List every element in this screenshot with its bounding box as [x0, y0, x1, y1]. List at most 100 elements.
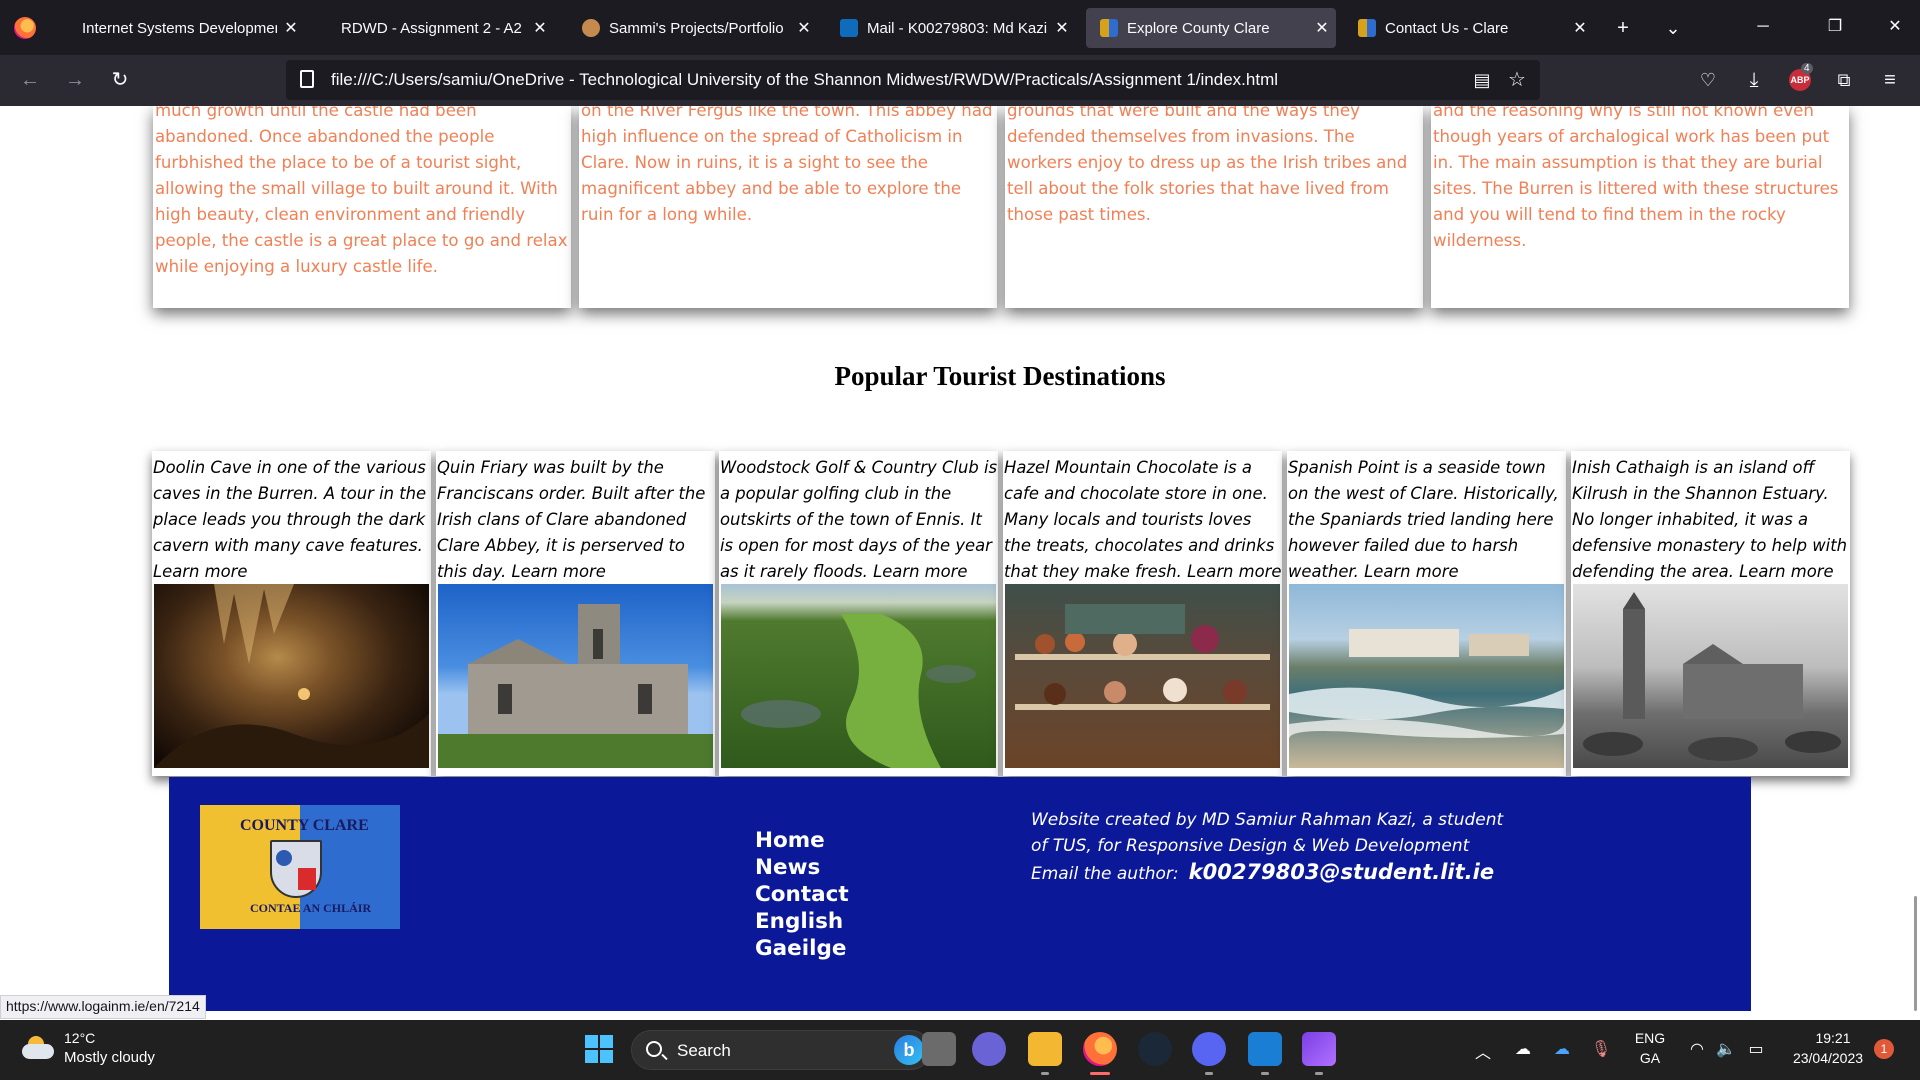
- footer-link-gaeilge[interactable]: Gaeilge: [755, 935, 849, 962]
- page-content: much growth until the castle had been ab…: [0, 106, 1920, 1020]
- close-icon[interactable]: ✕: [790, 18, 818, 38]
- close-icon[interactable]: ✕: [1566, 18, 1594, 38]
- firefox-taskbar-icon[interactable]: [1083, 1032, 1117, 1066]
- running-indicator: [1261, 1072, 1269, 1075]
- attraction-description: grounds that were built and the ways the…: [1007, 106, 1408, 224]
- footer-link-home[interactable]: Home: [755, 827, 849, 854]
- battery-icon[interactable]: ▭: [1745, 1039, 1767, 1059]
- page-scrollbar[interactable]: [1914, 896, 1917, 1011]
- clock-time[interactable]: 19:21: [1808, 1030, 1858, 1046]
- forward-arrow-icon[interactable]: →: [59, 64, 91, 96]
- friary-photo: [438, 584, 713, 768]
- volume-icon[interactable]: 🔈: [1715, 1039, 1737, 1059]
- close-icon[interactable]: ✕: [277, 18, 305, 38]
- section-title: Popular Tourist Destinations: [834, 361, 1166, 391]
- wifi-icon[interactable]: ◠: [1686, 1039, 1708, 1059]
- tab-mail[interactable]: Mail - K00279803: Md Kazi - O ✕: [826, 8, 1076, 48]
- destination-card-quin-friary: Quin Friary was built by the Franciscans…: [436, 451, 715, 776]
- weather-cloud-icon[interactable]: [22, 1034, 54, 1060]
- author-email-link[interactable]: k00279803@student.lit.ie: [1189, 860, 1494, 884]
- tab-label: Mail - K00279803: Md Kazi - O: [867, 19, 1048, 37]
- bracket-app-icon[interactable]: [1248, 1032, 1282, 1066]
- running-indicator: [1090, 1072, 1110, 1075]
- minimize-icon[interactable]: ─: [1740, 10, 1786, 44]
- destination-card-spanish-point: Spanish Point is a seaside town on the w…: [1287, 451, 1566, 776]
- learn-more-link[interactable]: Learn more: [1187, 562, 1281, 581]
- file-explorer-icon[interactable]: [1028, 1032, 1062, 1066]
- url-text[interactable]: file:///C:/Users/samiu/OneDrive - Techno…: [331, 70, 1278, 90]
- clare-favicon-icon: [1358, 19, 1376, 37]
- pocket-icon[interactable]: ♡: [1692, 64, 1724, 96]
- keyboard-indicator[interactable]: GA: [1634, 1050, 1666, 1066]
- url-bar[interactable]: file:///C:/Users/samiu/OneDrive - Techno…: [286, 60, 1540, 100]
- county-clare-logo[interactable]: COUNTY CLARE CONTAE AN CHLÁIR: [200, 805, 400, 929]
- attraction-card: and the reasoning why is still not known…: [1431, 106, 1849, 308]
- page-footer: COUNTY CLARE CONTAE AN CHLÁIR Home News …: [169, 777, 1751, 1011]
- close-icon[interactable]: ✕: [1048, 18, 1076, 38]
- tab-explore-county-clare[interactable]: Explore County Clare ✕: [1086, 8, 1336, 48]
- menu-icon[interactable]: ≡: [1874, 64, 1906, 96]
- clock-date[interactable]: 23/04/2023: [1788, 1050, 1868, 1066]
- visual-studio-icon[interactable]: [1302, 1032, 1336, 1066]
- extensions-icon[interactable]: ⧉: [1828, 64, 1860, 96]
- windows-start-icon[interactable]: [582, 1032, 616, 1066]
- teams-chat-icon[interactable]: [972, 1032, 1006, 1066]
- onedrive-business-icon[interactable]: ☁: [1551, 1039, 1573, 1059]
- downloads-icon[interactable]: ⤓: [1738, 64, 1770, 96]
- weather-temperature[interactable]: 12°C: [64, 1030, 95, 1046]
- tab-portfolio[interactable]: Sammi's Projects/Portfolio ✕: [568, 8, 818, 48]
- bookmark-star-icon[interactable]: ☆: [1501, 64, 1533, 96]
- reload-icon[interactable]: ↻: [104, 64, 136, 96]
- discord-icon[interactable]: [1192, 1032, 1226, 1066]
- destination-card-hazel-mountain-chocolate: Hazel Mountain Chocolate is a cafe and c…: [1003, 451, 1282, 776]
- tab-contact-us[interactable]: Contact Us - Clare ✕: [1344, 8, 1594, 48]
- tab-label: RDWD - Assignment 2 - A2 - RD: [341, 19, 526, 37]
- logo-subtitle: CONTAE AN CHLÁIR: [250, 901, 372, 915]
- chevron-up-icon[interactable]: ︿: [1472, 1039, 1494, 1063]
- running-indicator: [1315, 1072, 1323, 1075]
- bing-icon[interactable]: b: [894, 1035, 924, 1065]
- microphone-icon[interactable]: 🎙: [1590, 1039, 1612, 1059]
- back-arrow-icon[interactable]: ←: [14, 64, 46, 96]
- close-icon[interactable]: ✕: [1308, 18, 1336, 38]
- weather-description[interactable]: Mostly cloudy: [64, 1049, 155, 1066]
- destination-card-doolin-cave: Doolin Cave in one of the various caves …: [152, 451, 431, 776]
- taskbar-search[interactable]: Search b: [631, 1030, 931, 1070]
- tab-label: Sammi's Projects/Portfolio: [609, 19, 784, 37]
- restore-icon[interactable]: ❐: [1812, 10, 1858, 44]
- footer-link-english[interactable]: English: [755, 908, 849, 935]
- search-icon: [646, 1041, 662, 1057]
- attraction-card: much growth until the castle had been ab…: [153, 106, 571, 308]
- logo-title: COUNTY CLARE: [240, 817, 369, 834]
- steam-icon[interactable]: [1138, 1032, 1172, 1066]
- list-all-tabs-button[interactable]: ⌄: [1657, 12, 1689, 44]
- attraction-card: on the River Fergus like the town. This …: [579, 106, 997, 308]
- learn-more-link[interactable]: Learn more: [1739, 562, 1833, 581]
- tab-internet-systems[interactable]: Internet Systems Development - ✕: [55, 8, 305, 48]
- footer-link-contact[interactable]: Contact: [755, 881, 849, 908]
- learn-more-link[interactable]: Learn more: [1364, 562, 1458, 581]
- notification-badge[interactable]: 1: [1874, 1039, 1894, 1059]
- destination-description: Doolin Cave in one of the various caves …: [153, 458, 427, 555]
- onedrive-cloud-icon[interactable]: ☁: [1512, 1039, 1534, 1059]
- new-tab-button[interactable]: +: [1607, 12, 1639, 44]
- close-window-icon[interactable]: ✕: [1872, 10, 1918, 44]
- tab-rdwd-assignment[interactable]: RDWD - Assignment 2 - A2 - RD ✕: [314, 8, 554, 48]
- tab-label: Internet Systems Development -: [82, 19, 277, 37]
- task-view-icon[interactable]: [922, 1032, 956, 1066]
- footer-link-news[interactable]: News: [755, 854, 849, 881]
- adblock-count-badge: 4: [1801, 63, 1813, 74]
- tab-label: Contact Us - Clare: [1385, 19, 1509, 37]
- credit-text: Website created by MD Samiur Rahman Kazi…: [1031, 810, 1504, 856]
- close-icon[interactable]: ✕: [526, 18, 554, 38]
- firefox-icon[interactable]: [14, 17, 36, 39]
- learn-more-link[interactable]: Learn more: [511, 562, 605, 581]
- language-indicator[interactable]: ENG: [1634, 1030, 1666, 1046]
- cave-photo: [154, 584, 429, 768]
- outlook-favicon-icon: [840, 19, 858, 37]
- learn-more-link[interactable]: Learn more: [873, 562, 967, 581]
- learn-more-link[interactable]: Learn more: [153, 562, 247, 581]
- reader-view-icon[interactable]: ▤: [1466, 64, 1498, 96]
- destination-card-inish-cathaigh: Inish Cathaigh is an island off Kilrush …: [1571, 451, 1850, 776]
- attraction-description: and the reasoning why is still not known…: [1433, 106, 1839, 250]
